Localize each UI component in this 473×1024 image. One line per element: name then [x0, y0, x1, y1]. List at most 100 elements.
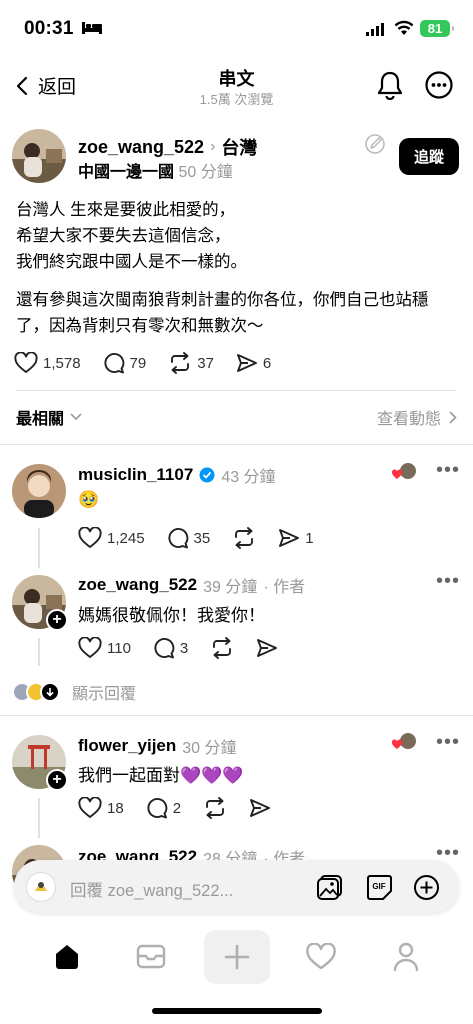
repost-icon [235, 527, 254, 549]
comment-icon [168, 528, 188, 549]
thread-line [38, 638, 40, 666]
comment-text: 🥹 [78, 490, 100, 509]
like-button[interactable]: 110 [78, 637, 131, 659]
comment-count: 2 [172, 799, 182, 817]
heart-icon [78, 797, 102, 818]
repost-icon [213, 637, 232, 659]
like-count: 1,245 [107, 529, 145, 547]
share-button[interactable] [256, 638, 278, 658]
share-button[interactable] [249, 798, 271, 818]
show-replies-button[interactable]: 顯示回覆 [12, 680, 136, 704]
thread-line [38, 798, 40, 838]
like-button[interactable]: 1,245 [78, 527, 145, 549]
comment-author-line: flower_yijen 30 分鐘 [78, 734, 237, 758]
share-button[interactable]: 6 [236, 353, 271, 373]
comment-author-line: musiclin_1107 43 分鐘 [78, 463, 276, 487]
view-activity-link[interactable]: 查看動態 [377, 405, 457, 429]
heart-icon [14, 352, 38, 373]
view-activity-label: 查看動態 [376, 411, 441, 428]
chevron-right-icon [449, 410, 457, 424]
comment-time-ago: 43 分鐘 [221, 469, 276, 486]
person-icon[interactable] [392, 941, 420, 973]
like-button[interactable]: 1,578 [14, 352, 81, 374]
chevron-down-icon [40, 682, 60, 702]
thread-line [38, 528, 40, 568]
post-paragraph: 還有參與這次閩南狼背刺計畫的你各位，你們自己也站穩了，因為背刺只有零次和無數次～ [16, 291, 429, 335]
home-indicator [152, 1008, 322, 1014]
new-post-button[interactable] [204, 930, 270, 984]
sort-dropdown[interactable]: 最相關 [16, 405, 82, 429]
author-tag: · 作者 [263, 579, 306, 596]
bell-icon[interactable] [376, 70, 404, 100]
follow-plus-icon[interactable]: + [46, 609, 68, 631]
comment-time-ago: 39 分鐘 [203, 579, 258, 596]
post-author-avatar[interactable] [12, 129, 66, 183]
show-replies-label: 顯示回覆 [72, 686, 137, 703]
heart-icon[interactable] [305, 943, 337, 971]
comment-button[interactable]: 3 [153, 637, 188, 659]
share-button[interactable]: 1 [278, 528, 314, 548]
comment-text: 我們一起面對💜💜💜 [78, 766, 244, 785]
comment-more-icon[interactable]: ••• [436, 459, 460, 482]
comment-author[interactable]: musiclin_1107 [78, 465, 193, 485]
battery-indicator: 81 [420, 20, 454, 37]
post-line: 希望大家不要失去這個信念， [16, 227, 231, 245]
post-author-name[interactable]: zoe_wang_522 [78, 137, 204, 158]
comment-avatar[interactable] [12, 464, 66, 518]
status-bar: 00:31 81 [0, 0, 473, 60]
comment-button[interactable]: 2 [146, 797, 181, 819]
post-location[interactable]: 台灣 [221, 134, 257, 160]
heart-icon [78, 527, 102, 548]
repost-count: 37 [197, 354, 214, 372]
send-icon [257, 639, 278, 657]
liked-by-author-indicator [391, 732, 418, 759]
divider [0, 444, 473, 445]
chevron-down-icon [70, 413, 82, 421]
comment-actions: 18 2 [78, 797, 293, 819]
edited-icon [365, 134, 385, 154]
status-time: 00:31 [24, 18, 74, 39]
cellular-signal-icon [366, 23, 384, 36]
post-line: 台灣人 生來是要彼此相愛的， [16, 201, 236, 219]
image-icon[interactable] [316, 874, 343, 901]
heart-icon [78, 637, 102, 658]
divider [16, 390, 457, 391]
reply-composer[interactable]: 回覆 zoe_wang_522... GIF [14, 860, 459, 913]
repost-button[interactable] [203, 797, 227, 819]
post-time-ago: 50 分鐘 [178, 164, 233, 181]
home-icon[interactable] [52, 942, 82, 972]
send-icon [279, 529, 300, 547]
comment-more-icon[interactable]: ••• [436, 570, 460, 593]
comment-more-icon[interactable]: ••• [436, 731, 460, 754]
comment-author-line: zoe_wang_522 39 分鐘 · 作者 [78, 573, 305, 597]
comment-button[interactable]: 35 [167, 527, 210, 549]
mail-icon[interactable] [136, 943, 166, 971]
follow-button[interactable]: 追蹤 [399, 138, 459, 175]
repost-button[interactable]: 37 [168, 352, 214, 374]
comment-time-ago: 30 分鐘 [182, 740, 237, 757]
comment-button[interactable]: 79 [103, 352, 146, 374]
comment-actions: 1,245 35 1 [78, 527, 336, 549]
more-options-icon[interactable] [424, 70, 454, 100]
reply-input[interactable]: 回覆 zoe_wang_522... [70, 877, 233, 901]
comment-author[interactable]: zoe_wang_522 [78, 575, 197, 595]
like-count: 110 [107, 639, 131, 657]
liked-by-author-indicator [391, 462, 418, 489]
sort-label: 最相關 [16, 411, 65, 428]
divider [0, 715, 473, 716]
chevron-right-icon: › [210, 138, 216, 155]
post-author-line: zoe_wang_522 › 台灣 [78, 134, 257, 160]
repost-button[interactable] [232, 527, 256, 549]
send-icon [236, 354, 257, 372]
repost-button[interactable] [210, 637, 234, 659]
comment-icon [104, 353, 124, 374]
comment-author[interactable]: flower_yijen [78, 736, 176, 756]
post-topic-tag[interactable]: 中國一邊一國 [78, 164, 174, 181]
follow-plus-icon[interactable]: + [46, 769, 68, 791]
add-circle-icon[interactable] [413, 874, 440, 901]
post-actions: 1,578 79 37 6 [14, 352, 293, 374]
gif-icon[interactable]: GIF [366, 874, 393, 901]
like-button[interactable]: 18 [78, 797, 124, 819]
sleep-icon [82, 22, 102, 34]
comment-icon [147, 798, 167, 819]
